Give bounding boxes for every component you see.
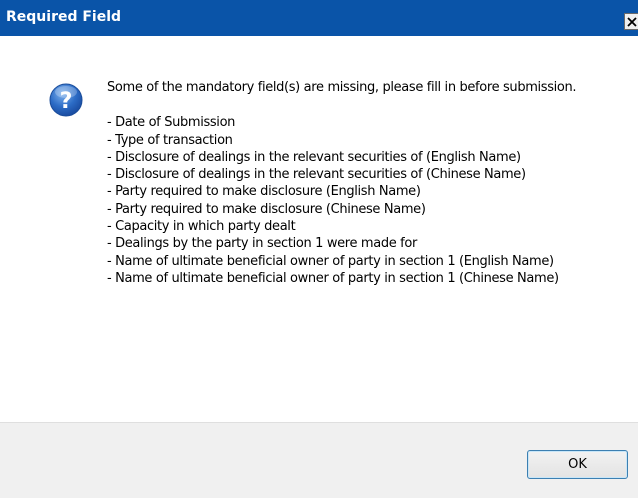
list-item: - Party required to make disclosure (Chi…: [107, 201, 426, 217]
list-item: - Disclosure of dealings in the relevant…: [107, 149, 521, 165]
list-item: - Party required to make disclosure (Eng…: [107, 184, 421, 200]
list-item: - Name of ultimate beneficial owner of p…: [107, 270, 559, 286]
required-field-dialog: Required Field ? Some of the mandatory f…: [0, 0, 638, 498]
dialog-title: Required Field: [6, 9, 122, 25]
list-item: - Date of Submission: [107, 115, 236, 131]
svg-text:?: ?: [60, 89, 73, 114]
close-icon: [627, 17, 637, 27]
dialog-content: ? Some of the mandatory field(s) are mis…: [0, 36, 638, 422]
message-text: Some of the mandatory field(s) are missi…: [107, 79, 617, 287]
question-icon: ?: [49, 83, 83, 117]
ok-button[interactable]: OK: [527, 450, 628, 479]
list-item: - Capacity in which party dealt: [107, 219, 296, 235]
message-intro: Some of the mandatory field(s) are missi…: [107, 80, 577, 95]
title-bar[interactable]: Required Field: [0, 0, 638, 36]
list-item: - Disclosure of dealings in the relevant…: [107, 167, 526, 183]
missing-fields-list: - Date of Submission - Type of transacti…: [107, 114, 617, 287]
list-item: - Name of ultimate beneficial owner of p…: [107, 253, 554, 269]
list-item: - Type of transaction: [107, 132, 233, 148]
list-item: - Dealings by the party in section 1 wer…: [107, 236, 417, 252]
dialog-footer: OK: [0, 422, 638, 498]
close-button[interactable]: [624, 13, 638, 30]
